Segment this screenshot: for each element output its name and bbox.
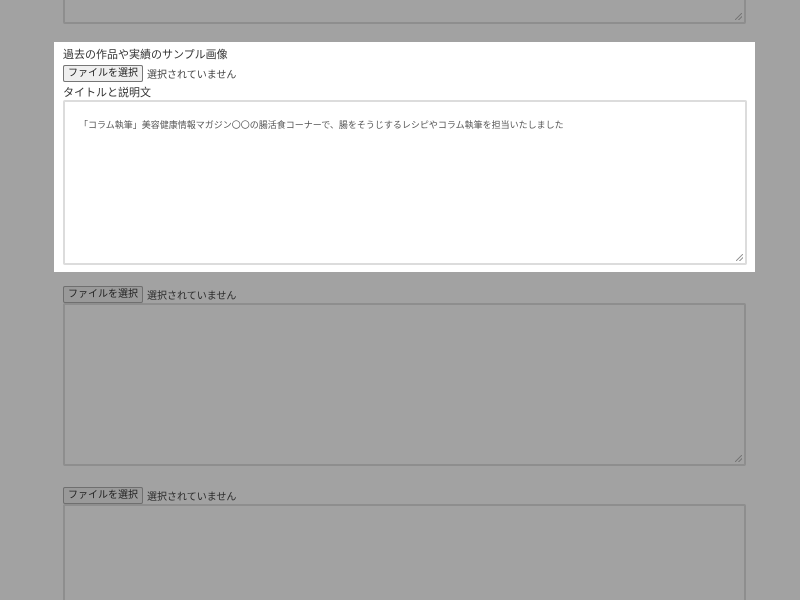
previous-textarea[interactable]	[63, 0, 746, 24]
sample-image-panel: 過去の作品や実績のサンプル画像 ファイルを選択 選択されていません タイトルと説…	[54, 42, 755, 272]
upload-file-row-2: ファイルを選択 選択されていません	[63, 486, 236, 504]
file-status-text-2: 選択されていません	[147, 491, 237, 503]
choose-file-button-2[interactable]: ファイルを選択	[63, 486, 143, 504]
description-label: タイトルと説明文	[63, 86, 151, 99]
file-status-text-1: 選択されていません	[147, 290, 237, 302]
description-textarea-1[interactable]	[63, 303, 746, 466]
upload-file-row-1: ファイルを選択 選択されていません	[63, 285, 236, 303]
sample-file-row: ファイルを選択 選択されていません	[63, 65, 236, 82]
resize-grip-icon[interactable]	[735, 13, 742, 20]
sample-image-label: 過去の作品や実績のサンプル画像	[63, 48, 228, 61]
choose-file-button[interactable]: ファイルを選択	[63, 65, 143, 82]
page: 過去の作品や実績のサンプル画像 ファイルを選択 選択されていません タイトルと説…	[0, 0, 800, 600]
choose-file-button-1[interactable]: ファイルを選択	[63, 285, 143, 303]
description-textarea[interactable]: 「コラム執筆」美容健康情報マガジン〇〇の腸活食コーナーで、腸をそうじするレシピや…	[63, 100, 747, 265]
description-textarea-2[interactable]	[63, 504, 746, 600]
description-text: 「コラム執筆」美容健康情報マガジン〇〇の腸活食コーナーで、腸をそうじするレシピや…	[79, 121, 564, 131]
file-status-text: 選択されていません	[147, 70, 237, 81]
resize-grip-icon[interactable]	[736, 254, 743, 261]
resize-grip-icon[interactable]	[735, 455, 742, 462]
